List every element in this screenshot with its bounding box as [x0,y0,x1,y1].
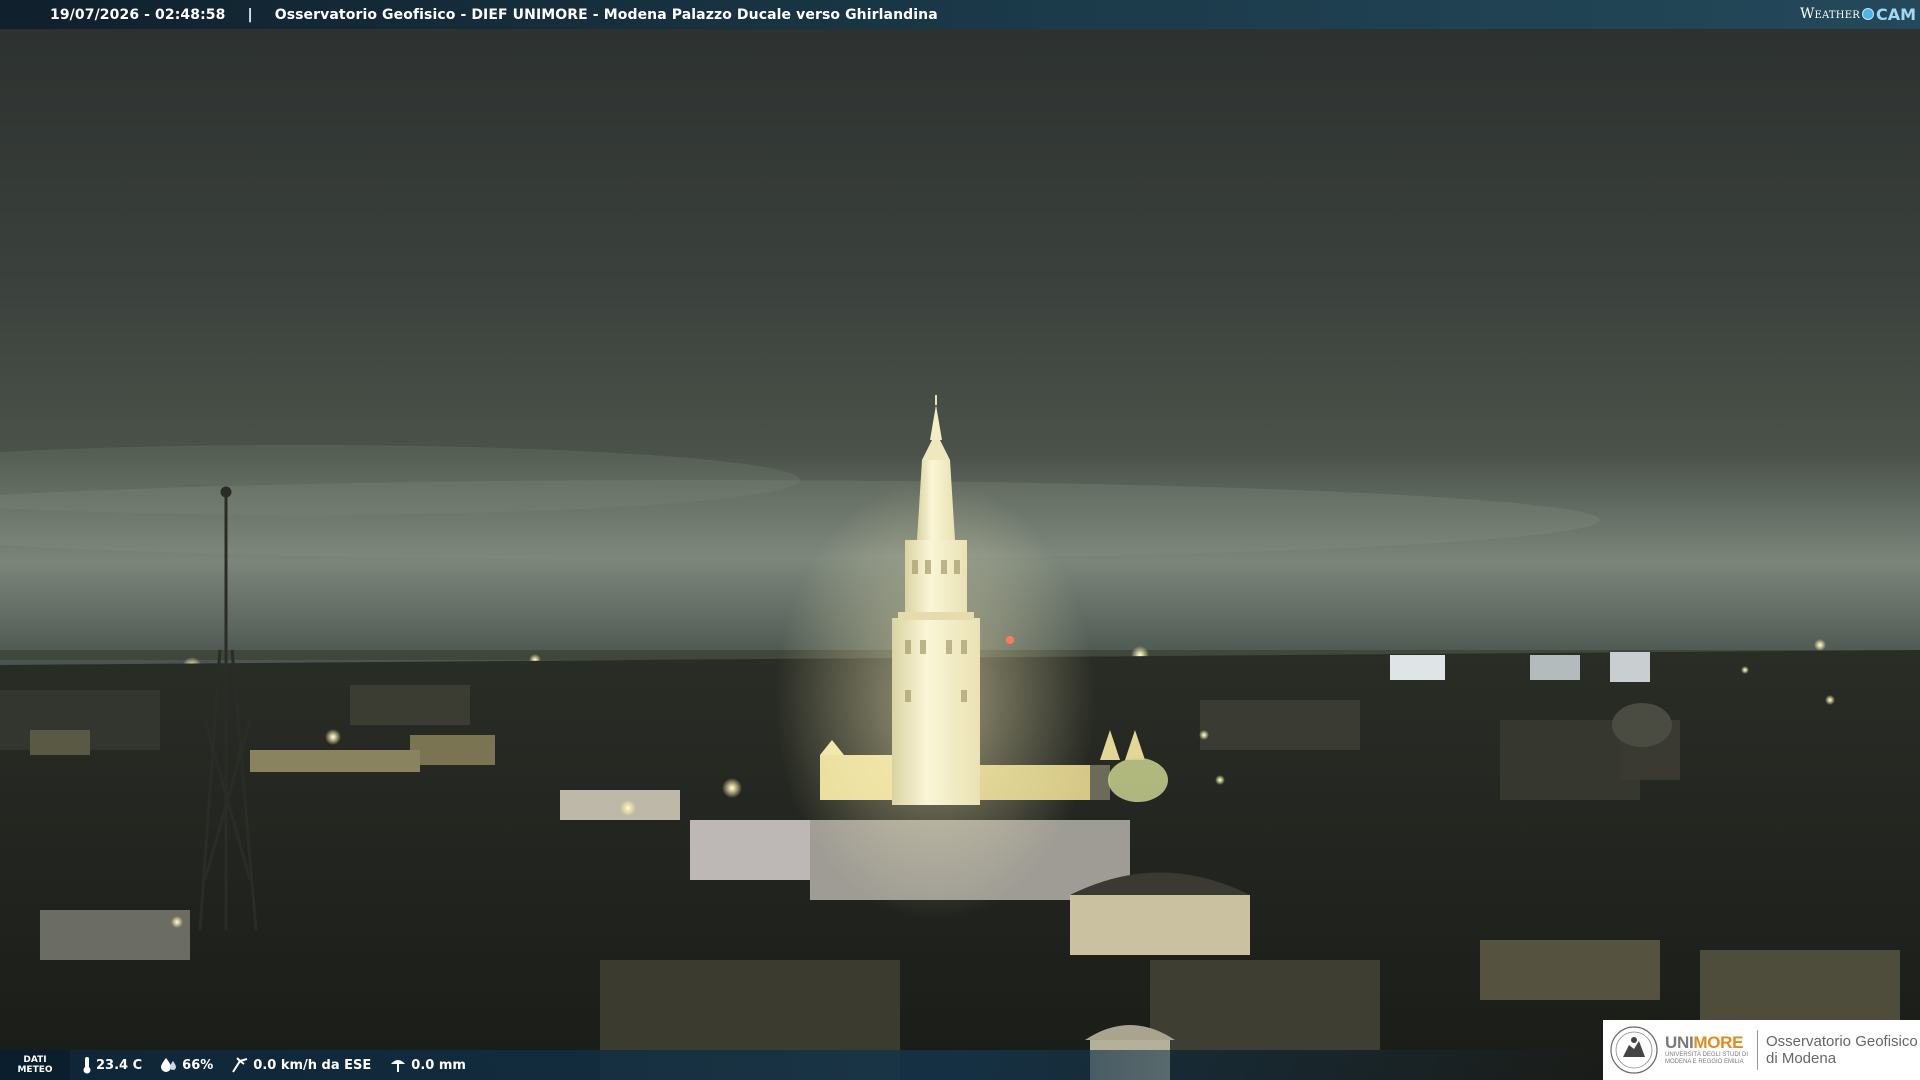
rain-value: 0.0 mm [411,1057,466,1073]
unimore-logo-box: UNIMORE UNIVERSITÀ DEGLI STUDI DI MODENA… [1603,1020,1920,1080]
observatory-name: Osservatorio Geofisico di Modena [1766,1033,1918,1067]
webcam-image [0,0,1920,1080]
title-separator: | [247,6,253,23]
unimore-more: MORE [1693,1033,1744,1052]
brand-weather-text: Weather [1799,6,1860,22]
camera-title: Osservatorio Geofisico - DIEF UNIMORE - … [274,6,938,23]
brand-dot-icon [1861,8,1874,20]
droplet-icon [161,1058,177,1072]
weathercam-logo: Weather CAM [1800,3,1916,25]
weather-label-line1: DATI [23,1055,47,1065]
humidity-value: 66% [182,1057,214,1073]
timestamp: 19/07/2026 - 02:48:58 [50,6,226,23]
wind-reading: 0.0 km/h da ESE [231,1056,371,1074]
weather-section-label: DATI METEO [0,1050,70,1080]
rain-reading: 0.0 mm [389,1056,466,1074]
unimore-wordmark: UNIMORE UNIVERSITÀ DEGLI STUDI DI MODENA… [1665,1034,1749,1066]
university-seal-icon [1610,1026,1658,1074]
weather-label-line2: METEO [17,1065,53,1075]
unimore-uni: UNI [1665,1033,1694,1052]
unimore-subtitle-1: UNIVERSITÀ DEGLI STUDI DI [1665,1052,1749,1058]
humidity-reading: 66% [160,1057,213,1073]
webcam-frame: 19/07/2026 - 02:48:58 | Osservatorio Geo… [0,0,1920,1080]
thermometer-icon [83,1057,91,1074]
camera-info-bar: 19/07/2026 - 02:48:58 | Osservatorio Geo… [0,0,1920,29]
wind-icon [232,1057,248,1073]
rain-gauge-icon [391,1060,406,1072]
temperature-reading: 23.4 C [82,1056,142,1074]
wind-value: 0.0 km/h da ESE [253,1057,372,1073]
weather-data-bar: DATI METEO 23.4 C 66% 0.0 km/h da ESE 0.… [0,1050,1600,1080]
temperature-value: 23.4 C [96,1057,143,1073]
brand-cam-text: CAM [1875,4,1916,24]
logo-divider [1757,1030,1758,1070]
unimore-subtitle-2: MODENA E REGGIO EMILIA [1665,1059,1744,1065]
observatory-line1: Osservatorio Geofisico [1766,1033,1918,1050]
observatory-line2: di Modena [1766,1050,1837,1067]
